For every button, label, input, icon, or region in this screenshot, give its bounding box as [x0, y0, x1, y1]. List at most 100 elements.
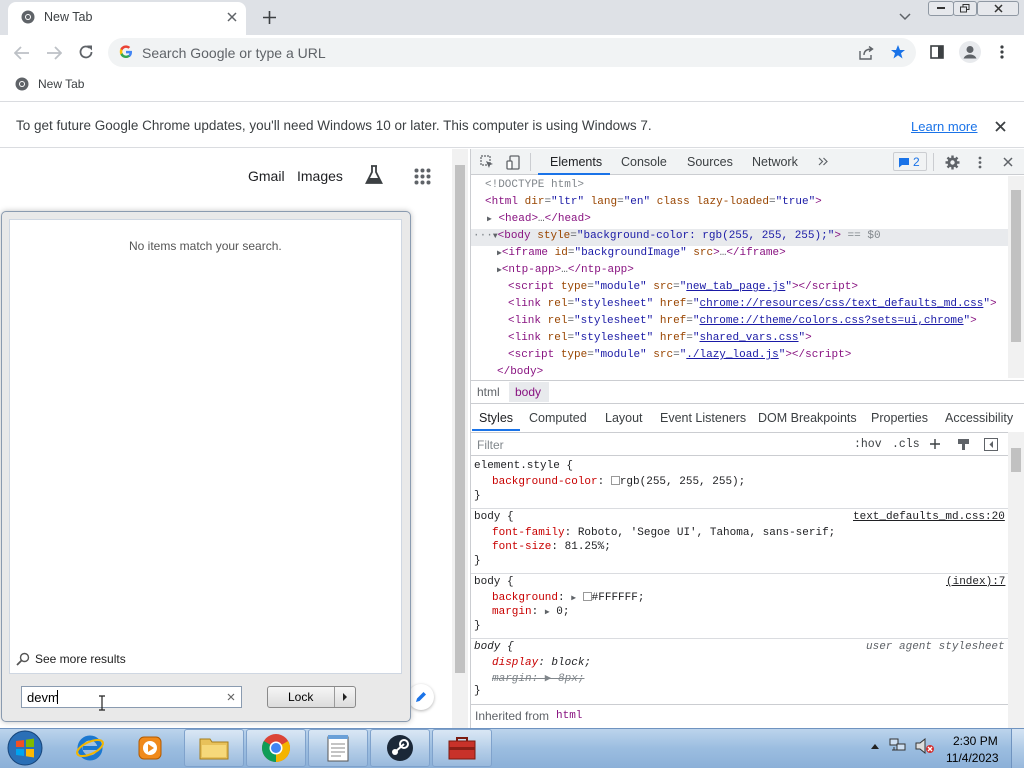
hov-toggle[interactable]: :hov: [854, 438, 882, 451]
rule-body-1-font-family[interactable]: font-family: Roboto, 'Segoe UI', Tahoma,…: [492, 527, 835, 539]
back-icon[interactable]: [12, 43, 32, 63]
styles-filter-input[interactable]: Filter: [477, 438, 504, 452]
learn-more-link[interactable]: Learn more: [911, 119, 977, 134]
subtab-properties[interactable]: Properties: [871, 411, 928, 425]
network-icon[interactable]: [888, 737, 908, 755]
dom-script-node-2[interactable]: <script type="module" src="./lazy_load.j…: [508, 349, 851, 361]
google-g-icon: [118, 44, 134, 60]
tab-search-chevron-icon[interactable]: [896, 9, 914, 25]
dom-scrollbar-thumb[interactable]: [1011, 190, 1021, 342]
styles-scrollbar-thumb[interactable]: [1011, 448, 1021, 472]
toggle-sidebar-icon[interactable]: [982, 436, 1000, 452]
rule-body-2-margin[interactable]: margin: ▶ 0;: [492, 606, 569, 618]
dom-body-close[interactable]: </body>: [497, 366, 543, 378]
restore-icon[interactable]: [953, 1, 977, 16]
dom-doctype[interactable]: <!DOCTYPE html>: [485, 179, 584, 191]
media-player-icon[interactable]: [128, 729, 172, 767]
profile-avatar-icon[interactable]: [958, 40, 982, 64]
gmail-link[interactable]: Gmail: [248, 168, 285, 184]
forward-icon[interactable]: [44, 43, 64, 63]
clock-date[interactable]: 11/4/2023: [946, 751, 999, 765]
subtab-accessibility[interactable]: Accessibility: [945, 411, 1013, 425]
close-devtools-icon[interactable]: [999, 153, 1017, 171]
infobar-close-icon[interactable]: [992, 118, 1008, 134]
apps-grid-icon[interactable]: [411, 165, 433, 187]
rule-body-1-font-size[interactable]: font-size: 81.25%;: [492, 541, 611, 553]
dom-head-node[interactable]: ▶ <head>…</head>: [487, 213, 591, 225]
bookmark-new-tab[interactable]: New Tab: [38, 77, 84, 91]
rule-body-2-selector[interactable]: body {: [474, 576, 514, 588]
bookmark-star-icon[interactable]: [889, 43, 907, 61]
tab-network[interactable]: Network: [752, 155, 798, 169]
cls-toggle[interactable]: .cls: [892, 438, 920, 451]
dom-script-node-1[interactable]: <script type="module" src="new_tab_page.…: [508, 281, 858, 293]
lock-options-arrow-icon[interactable]: [338, 690, 352, 704]
subtab-dom-breakpoints[interactable]: DOM Breakpoints: [758, 411, 857, 425]
subtab-event-listeners[interactable]: Event Listeners: [660, 411, 746, 425]
labs-flask-icon[interactable]: [363, 164, 385, 186]
volume-muted-icon[interactable]: [914, 737, 936, 755]
issues-count: 2: [913, 155, 920, 169]
side-panel-icon[interactable]: [928, 43, 946, 61]
rule-body-2-background[interactable]: background: ▶ #FFFFFF;: [492, 592, 644, 604]
chrome-taskbar-icon: [256, 732, 296, 764]
tab-title: New Tab: [44, 10, 93, 24]
close-window-icon[interactable]: [977, 1, 1019, 16]
images-link[interactable]: Images: [297, 168, 343, 184]
folder-icon: [194, 733, 234, 763]
device-toolbar-icon[interactable]: [504, 153, 522, 171]
menu-kebab-icon[interactable]: [994, 43, 1010, 61]
dom-link-node-2[interactable]: <link rel="stylesheet" href="chrome://th…: [508, 315, 977, 327]
element-state-paint-icon[interactable]: [955, 436, 971, 452]
rule-body-ua-margin[interactable]: margin: ▶ 8px;: [492, 671, 584, 685]
rule-source-text-defaults[interactable]: text_defaults_md.css:20: [853, 511, 1005, 523]
dom-html-node[interactable]: <html dir="ltr" lang="en" class lazy-loa…: [485, 196, 822, 208]
new-tab-icon[interactable]: [260, 8, 278, 26]
close-tab-icon[interactable]: [224, 9, 240, 25]
tab-console[interactable]: Console: [621, 155, 667, 169]
breadcrumb-html[interactable]: html: [477, 385, 500, 399]
tab-sources[interactable]: Sources: [687, 155, 733, 169]
breadcrumb-body[interactable]: body: [515, 385, 541, 399]
see-more-results-link[interactable]: See more results: [35, 652, 126, 666]
reload-icon[interactable]: [76, 42, 96, 62]
inspect-element-icon[interactable]: [478, 153, 496, 171]
clock-time[interactable]: 2:30 PM: [953, 734, 998, 748]
tab-elements[interactable]: Elements: [550, 155, 602, 169]
devtools-menu-icon[interactable]: [972, 153, 988, 171]
dom-iframe-node[interactable]: ▶<iframe id="backgroundImage" src>…</ifr…: [497, 247, 786, 259]
dom-link-node-1[interactable]: <link rel="stylesheet" href="chrome://re…: [508, 298, 997, 310]
subtab-layout[interactable]: Layout: [605, 411, 643, 425]
rule-body-ua-selector[interactable]: body {: [474, 641, 514, 653]
dom-link-node-3[interactable]: <link rel="stylesheet" href="shared_vars…: [508, 332, 812, 344]
customize-pencil-icon[interactable]: [408, 684, 434, 710]
toolbox-icon: [442, 732, 482, 764]
chrome-icon: [20, 9, 36, 25]
subtab-styles[interactable]: Styles: [479, 411, 513, 425]
rule-close: }: [474, 555, 481, 567]
dom-tree: <!DOCTYPE html> <html dir="ltr" lang="en…: [471, 176, 1008, 378]
rule-source-index[interactable]: (index):7: [946, 576, 1005, 588]
page-scrollbar-thumb[interactable]: [455, 165, 465, 673]
inherited-from-html[interactable]: html: [556, 710, 582, 722]
rule-body-1-selector[interactable]: body {: [474, 511, 514, 523]
dom-body-node[interactable]: ···▼<body style="background-color: rgb(2…: [473, 230, 881, 242]
rule-element-style-decl[interactable]: background-color: rgb(255, 255, 255);: [492, 476, 745, 488]
clear-search-icon[interactable]: [224, 690, 238, 704]
show-desktop-button[interactable]: [1011, 729, 1024, 768]
show-hidden-icons-icon[interactable]: [869, 740, 881, 752]
rule-element-style-selector[interactable]: element.style {: [474, 460, 573, 472]
subtab-computed[interactable]: Computed: [529, 411, 587, 425]
minimize-icon[interactable]: [928, 1, 954, 16]
styles-scrollbar[interactable]: [1008, 432, 1024, 728]
styles-pane: element.style { background-color: rgb(25…: [471, 458, 1008, 704]
more-tabs-chevron-icon[interactable]: [816, 154, 830, 168]
internet-explorer-icon[interactable]: [68, 729, 112, 767]
settings-gear-icon[interactable]: [943, 153, 961, 171]
start-button-icon[interactable]: [4, 729, 46, 767]
new-style-rule-icon[interactable]: [928, 437, 944, 453]
dom-ntp-app-node[interactable]: ▶<ntp-app>…</ntp-app>: [497, 264, 634, 276]
share-icon[interactable]: [857, 44, 875, 62]
rule-body-ua-display[interactable]: display: block;: [492, 657, 591, 669]
rule-separator: [471, 573, 1008, 574]
